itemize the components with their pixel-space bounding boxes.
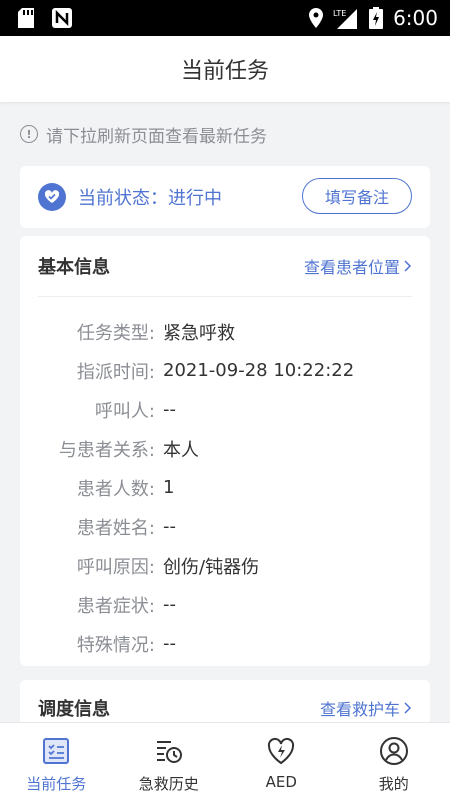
info-value: --: [155, 399, 176, 420]
info-value: 创伤/钝器伤: [155, 553, 259, 579]
info-label: 指派时间:: [20, 358, 155, 384]
info-value: --: [155, 516, 176, 537]
info-row-symptoms: 患者症状:--: [20, 585, 430, 624]
tab-profile[interactable]: 我的: [338, 723, 450, 801]
history-icon: [153, 735, 185, 767]
signal-lte-icon: LTE: [333, 7, 359, 29]
battery-charging-icon: [369, 7, 383, 29]
info-row-call-reason: 呼叫原因:创伤/钝器伤: [20, 546, 430, 585]
info-label: 呼叫人:: [20, 397, 155, 423]
heart-status-icon: [38, 183, 66, 211]
page-title: 当前任务: [0, 36, 450, 102]
info-row-patient-count: 患者人数:1: [20, 468, 430, 507]
info-row-caller: 呼叫人:--: [20, 390, 430, 429]
task-status-text: 当前状态：进行中: [78, 184, 222, 210]
info-row-assign-time: 指派时间:2021-09-28 10:22:22: [20, 351, 430, 390]
aed-heart-icon: [265, 735, 297, 767]
refresh-notice-text: 请下拉刷新页面查看最新任务: [46, 122, 267, 147]
dispatch-info-header: 调度信息 查看救护车: [38, 692, 412, 724]
system-status-bar: LTE 6:00: [0, 0, 450, 36]
info-value: 2021-09-28 10:22:22: [155, 360, 354, 381]
info-label: 呼叫原因:: [20, 553, 155, 579]
view-ambulance-link[interactable]: 查看救护车: [320, 696, 412, 720]
tab-history[interactable]: 急救历史: [113, 723, 226, 801]
fill-note-button[interactable]: 填写备注: [302, 178, 412, 214]
bottom-tab-bar: 当前任务 急救历史 AED 我的: [0, 722, 450, 801]
info-row-special: 特殊情况:--: [20, 624, 430, 663]
tab-label: 当前任务: [26, 773, 86, 794]
info-row-task-type: 任务类型:紧急呼救: [20, 312, 430, 351]
svg-text:LTE: LTE: [333, 9, 346, 18]
location-icon: [309, 8, 323, 28]
info-label: 患者姓名:: [20, 514, 155, 540]
chevron-right-icon: [404, 260, 412, 272]
profile-icon: [378, 735, 410, 767]
dispatch-info-title: 调度信息: [38, 695, 110, 721]
clock-time: 6:00: [393, 6, 438, 30]
sd-card-icon: [18, 8, 34, 28]
info-label: 患者人数:: [20, 475, 155, 501]
refresh-notice: ! 请下拉刷新页面查看最新任务: [20, 120, 267, 148]
task-list-icon: [40, 735, 72, 767]
info-value: --: [155, 633, 176, 654]
info-value: --: [155, 594, 176, 615]
tab-aed[interactable]: AED: [225, 723, 338, 801]
tab-label: 我的: [379, 773, 409, 794]
info-label: 任务类型:: [20, 319, 155, 345]
tab-label: 急救历史: [139, 773, 199, 794]
basic-info-card: 基本信息 查看患者位置 任务类型:紧急呼救 指派时间:2021-09-28 10…: [20, 236, 430, 666]
view-patient-location-label: 查看患者位置: [304, 254, 400, 278]
view-patient-location-link[interactable]: 查看患者位置: [304, 254, 412, 278]
basic-info-title: 基本信息: [38, 253, 110, 279]
info-row-relation: 与患者关系:本人: [20, 429, 430, 468]
task-status-card: 当前状态：进行中 填写备注: [20, 166, 430, 228]
tab-current-task[interactable]: 当前任务: [0, 723, 113, 801]
info-value: 本人: [155, 436, 199, 462]
basic-info-header: 基本信息 查看患者位置: [38, 250, 412, 282]
basic-info-list: 任务类型:紧急呼救 指派时间:2021-09-28 10:22:22 呼叫人:-…: [20, 312, 430, 663]
info-circle-icon: !: [20, 125, 38, 143]
info-label: 特殊情况:: [20, 631, 155, 657]
chevron-right-icon: [404, 702, 412, 714]
info-value: 紧急呼救: [155, 319, 235, 345]
info-value: 1: [155, 477, 174, 498]
divider: [38, 296, 412, 297]
info-label: 患者症状:: [20, 592, 155, 618]
info-row-patient-name: 患者姓名:--: [20, 507, 430, 546]
info-label: 与患者关系:: [20, 436, 155, 462]
view-ambulance-label: 查看救护车: [320, 696, 400, 720]
tab-label: AED: [266, 773, 297, 791]
n-notification-icon: [52, 8, 72, 28]
